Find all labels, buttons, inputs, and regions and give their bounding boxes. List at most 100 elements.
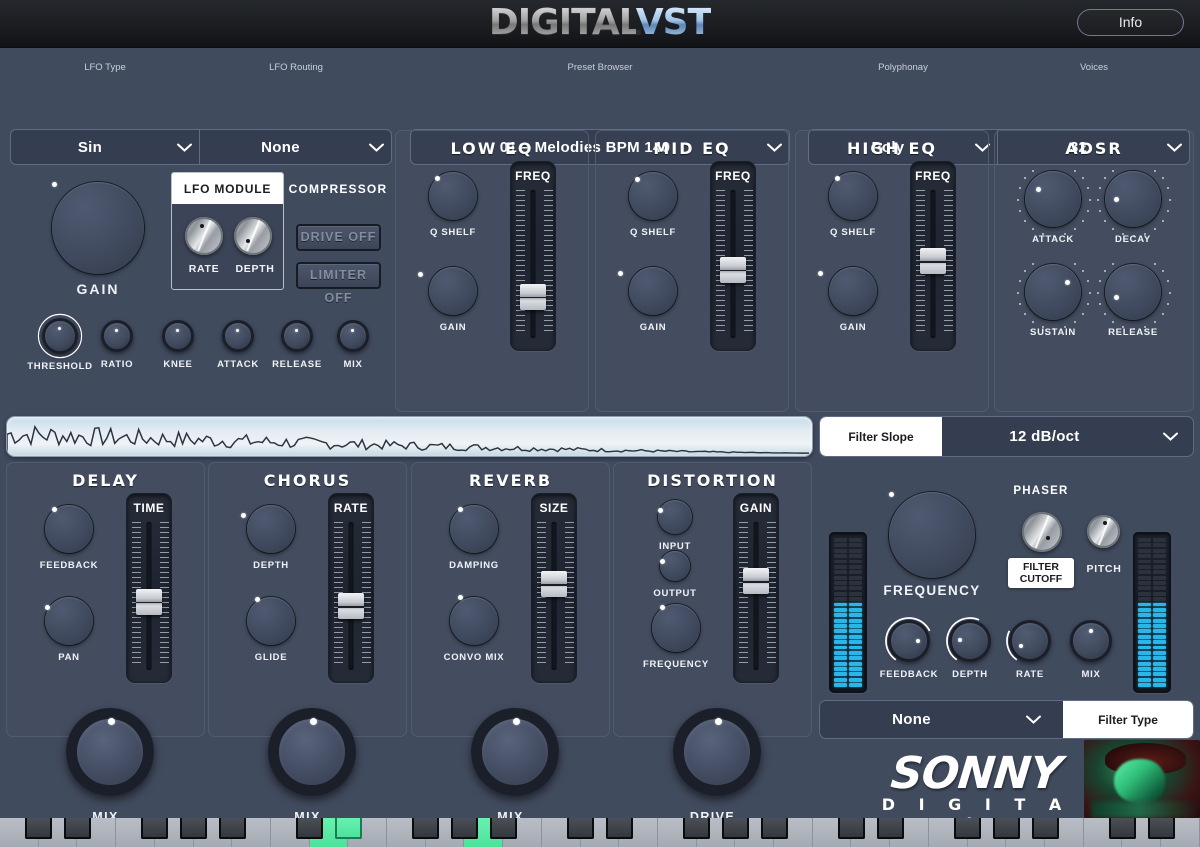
gain-knob[interactable]: [52, 182, 144, 274]
compressor-threshold-knob[interactable]: [37, 313, 83, 359]
adsr-decay-knob[interactable]: [1097, 169, 1171, 237]
effect-glide-knob-label: GLIDE: [254, 652, 288, 663]
piano-black-key[interactable]: [1109, 818, 1137, 839]
lfo-routing-value: None: [261, 138, 300, 156]
piano-black-key[interactable]: [954, 818, 982, 839]
lfo-type-select[interactable]: Sin: [10, 129, 200, 165]
lfo-rate-knob[interactable]: [185, 217, 223, 255]
eq-q-shelf-knob[interactable]: [829, 172, 877, 220]
eq-gain-knob[interactable]: [617, 267, 677, 315]
vu-segment: [834, 650, 847, 655]
effect-mix-knob[interactable]: [471, 708, 559, 796]
effect-mix-knob[interactable]: [673, 708, 761, 796]
piano-black-key[interactable]: [1031, 818, 1059, 839]
compressor-mix-knob-label: MIX: [343, 359, 363, 370]
effect-fader-handle[interactable]: [541, 571, 567, 598]
filter-type-select[interactable]: None Filter Type: [819, 700, 1194, 739]
effect-output-knob[interactable]: [660, 551, 690, 581]
piano-black-key[interactable]: [992, 818, 1020, 839]
drive-toggle-button[interactable]: DRIVE OFF: [296, 224, 381, 251]
piano-black-key[interactable]: [567, 818, 595, 839]
phaser-feedback-knob[interactable]: [885, 617, 931, 662]
piano-black-key[interactable]: [296, 818, 324, 839]
compressor-knee-knob[interactable]: [162, 320, 194, 352]
effect-convo-mix-knob[interactable]: [450, 595, 498, 645]
vu-segment: [849, 570, 862, 575]
piano-black-key[interactable]: [605, 818, 633, 839]
pitch-knob[interactable]: [1087, 515, 1120, 548]
compressor-mix-knob[interactable]: [337, 320, 369, 352]
limiter-toggle-button[interactable]: LIMITER OFF: [296, 262, 381, 305]
adsr-release-knob[interactable]: [1097, 262, 1171, 330]
filter-type-label: Filter Type: [1063, 701, 1193, 738]
effect-fader-handle[interactable]: [338, 593, 364, 620]
vu-segment: [849, 586, 862, 591]
phaser-depth-knob[interactable]: [946, 617, 991, 662]
eq-freq-fader-handle[interactable]: [920, 248, 946, 275]
adsr-release-knob-label: RELEASE: [1108, 327, 1158, 338]
info-button[interactable]: Info: [1077, 9, 1184, 36]
piano-black-key[interactable]: [180, 818, 208, 839]
gain-knob-body: [52, 182, 144, 274]
effect-damping-knob[interactable]: [450, 505, 498, 553]
waveform-display[interactable]: [6, 416, 813, 457]
vu-segment: [1153, 672, 1166, 677]
piano-black-key[interactable]: [876, 818, 904, 839]
piano-black-key[interactable]: [1147, 818, 1175, 839]
piano-black-key[interactable]: [25, 818, 53, 839]
adsr-sustain-knob[interactable]: [1017, 262, 1091, 330]
effect-input-knob[interactable]: [658, 500, 692, 534]
adsr-attack-knob[interactable]: [1017, 169, 1091, 237]
effect-mix-knob[interactable]: [268, 708, 356, 796]
filter-cutoff-knob[interactable]: [1022, 512, 1062, 552]
eq-freq-fader[interactable]: FREQ: [910, 161, 956, 351]
piano-black-key[interactable]: [141, 818, 169, 839]
effect-frequency-knob[interactable]: [652, 604, 700, 652]
effect-pan-knob[interactable]: [45, 597, 93, 645]
piano-black-key[interactable]: [218, 818, 246, 839]
effect-fader[interactable]: RATE: [328, 493, 374, 683]
piano-black-key[interactable]: [838, 818, 866, 839]
piano-black-key[interactable]: [412, 818, 440, 839]
vu-segment: [1153, 575, 1166, 580]
effect-fader[interactable]: SIZE: [531, 493, 577, 683]
polyphony-label: Polyphonay: [878, 62, 928, 73]
effect-mix-knob[interactable]: [66, 708, 154, 796]
phaser-rate-knob[interactable]: [1006, 620, 1051, 662]
piano-black-key[interactable]: [760, 818, 788, 839]
phaser-mix-knob[interactable]: [1070, 620, 1112, 662]
effect-glide-knob[interactable]: [247, 596, 295, 645]
eq-q-shelf-knob[interactable]: [629, 172, 677, 220]
filter-slope-select[interactable]: Filter Slope 12 dB/oct: [819, 416, 1194, 457]
eq-freq-fader-handle[interactable]: [520, 283, 546, 310]
piano-black-key[interactable]: [721, 818, 749, 839]
piano-black-key[interactable]: [489, 818, 517, 839]
eq-freq-fader-handle[interactable]: [720, 256, 746, 283]
eq-gain-knob[interactable]: [418, 267, 477, 315]
eq-gain-knob[interactable]: [817, 267, 877, 315]
effect-fader[interactable]: TIME: [126, 493, 172, 683]
frequency-knob[interactable]: [889, 492, 975, 578]
vu-segment: [834, 564, 847, 569]
vu-segment: [1138, 640, 1151, 644]
piano-black-key[interactable]: [451, 818, 479, 839]
lfo-depth-knob[interactable]: [234, 217, 272, 255]
effect-fader-handle[interactable]: [136, 588, 162, 615]
eq-freq-fader[interactable]: FREQ: [510, 161, 556, 351]
eq-q-shelf-knob[interactable]: [429, 172, 477, 220]
lfo-routing-select[interactable]: None: [200, 129, 392, 165]
piano-black-key[interactable]: [63, 818, 91, 839]
effect-feedback-knob[interactable]: [45, 505, 93, 553]
piano-black-key[interactable]: [334, 818, 362, 839]
effect-depth-knob[interactable]: [241, 505, 295, 553]
vu-segment: [1138, 559, 1151, 564]
piano-keyboard[interactable]: [0, 818, 1200, 847]
effect-fader-handle[interactable]: [743, 568, 769, 595]
eq-freq-fader[interactable]: FREQ: [710, 161, 756, 351]
compressor-release-knob[interactable]: [281, 320, 313, 352]
compressor-ratio-knob[interactable]: [101, 320, 133, 352]
piano-black-key[interactable]: [683, 818, 711, 839]
compressor-attack-knob[interactable]: [222, 320, 254, 352]
effect-fader[interactable]: GAIN: [733, 493, 779, 683]
vu-segment: [1153, 640, 1166, 644]
